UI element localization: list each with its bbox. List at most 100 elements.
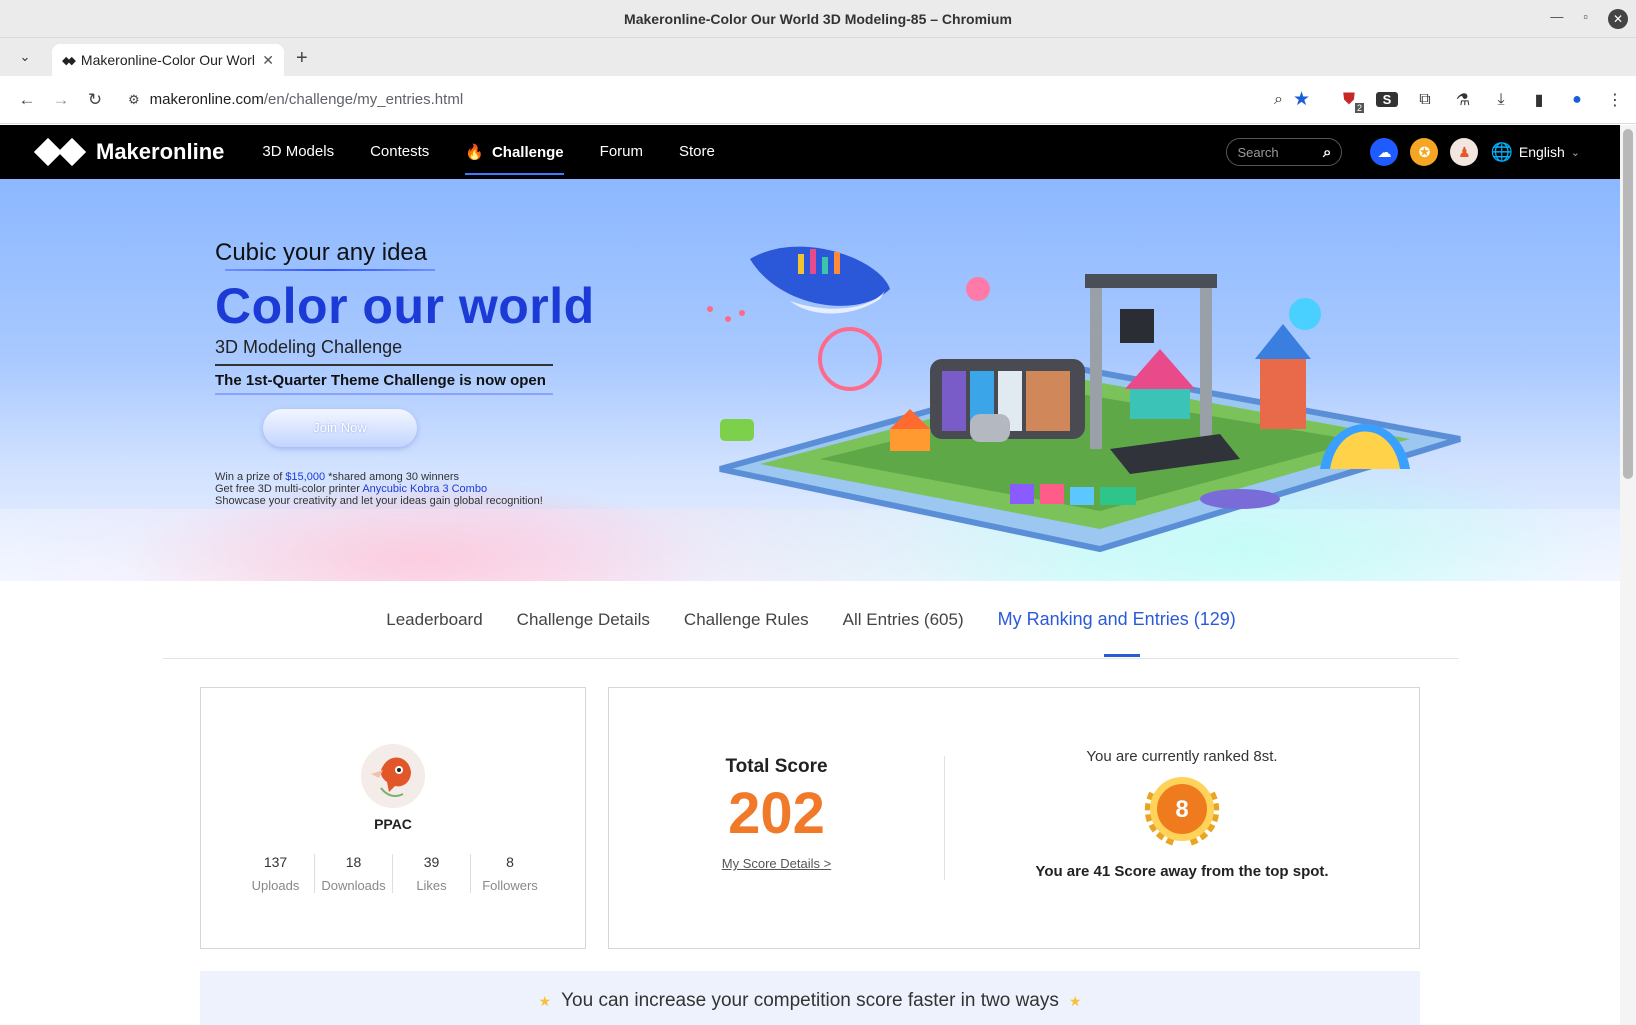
close-icon[interactable]: ✕ bbox=[1608, 9, 1628, 29]
stat-followers[interactable]: 8 Followers bbox=[471, 854, 549, 893]
stat-value: 137 bbox=[263, 854, 288, 870]
star-icon: ★ bbox=[1068, 992, 1082, 1009]
stat-label: Likes bbox=[416, 878, 447, 893]
star-icon: ★ bbox=[538, 992, 552, 1009]
profile-username: PPAC bbox=[374, 816, 412, 832]
tab-search-icon[interactable]: ⌄ bbox=[10, 42, 40, 72]
back-icon[interactable]: ← bbox=[10, 83, 44, 117]
url-host: makeronline.com bbox=[149, 91, 264, 108]
reload-icon[interactable]: ↻ bbox=[78, 83, 112, 117]
page-scrollbar[interactable] bbox=[1620, 125, 1636, 1025]
chevron-down-icon: ⌄ bbox=[1570, 146, 1580, 159]
stat-value: 8 bbox=[506, 854, 514, 870]
url-path: /en/challenge/my_entries.html bbox=[263, 91, 464, 108]
download-icon[interactable]: ⤓ bbox=[1490, 91, 1512, 109]
scrollbar-thumb[interactable] bbox=[1623, 129, 1633, 479]
tab-challenge-details[interactable]: Challenge Details bbox=[517, 610, 650, 630]
browser-tab-active[interactable]: ◆◆ Makeronline-Color Our World 3D Modeli… bbox=[52, 44, 284, 76]
banner-subtitle: 3D Modeling Challenge bbox=[215, 337, 403, 357]
rank-section: You are currently ranked 8st. 8 You are … bbox=[945, 748, 1419, 888]
window-controls: — ▫ ✕ bbox=[1550, 9, 1628, 29]
minimize-icon[interactable]: — bbox=[1550, 9, 1563, 29]
language-selector[interactable]: 🌐 English ⌄ bbox=[1490, 142, 1580, 163]
stat-value: 18 bbox=[345, 854, 362, 870]
bookmark-star-icon[interactable]: ★ bbox=[1293, 88, 1310, 111]
rank-medal-number: 8 bbox=[1175, 796, 1188, 823]
extensions-bar: ⛊ 2 S ⧉ ⚗ ⤓ ▮ ● ⋮ bbox=[1338, 90, 1626, 113]
bird-avatar-icon bbox=[361, 744, 425, 808]
total-score-label: Total Score bbox=[725, 756, 828, 777]
profile-avatar[interactable] bbox=[361, 744, 425, 808]
profile-stats: 137 Uploads 18 Downloads 39 Likes 8 Follower… bbox=[237, 854, 549, 893]
logo-mark-icon bbox=[33, 137, 87, 167]
tab-close-icon[interactable]: ✕ bbox=[262, 52, 274, 69]
score-card: Total Score 202 My Score Details > You a… bbox=[608, 687, 1420, 949]
total-score-section: Total Score 202 My Score Details > bbox=[609, 756, 945, 880]
printer-pre: Get free 3D multi-color printer bbox=[215, 483, 363, 495]
nav-3d-models[interactable]: 3D Models bbox=[262, 143, 334, 161]
tab-all-entries[interactable]: All Entries (605) bbox=[843, 610, 964, 630]
nav-challenge[interactable]: 🔥 Challenge bbox=[465, 143, 565, 175]
printer-name: Anycubic Kobra 3 Combo bbox=[362, 483, 488, 495]
nav-store[interactable]: Store bbox=[679, 143, 715, 161]
stat-uploads[interactable]: 137 Uploads bbox=[237, 854, 315, 893]
search-icon[interactable]: ⌕ bbox=[1323, 144, 1331, 161]
nav-forum[interactable]: Forum bbox=[600, 143, 643, 161]
omnibox[interactable]: ⚙ makeronline.com/en/challenge/my_entrie… bbox=[120, 81, 1318, 118]
banner-prize-info: Win a prize of $15,000 *shared among 30 … bbox=[215, 471, 595, 507]
window-titlebar: Makeronline-Color Our World 3D Modeling-… bbox=[0, 0, 1636, 38]
banner-illustration bbox=[707, 246, 1461, 553]
sidepanel-icon[interactable]: ▮ bbox=[1528, 90, 1550, 110]
shield-extension-icon[interactable]: ⛊ 2 bbox=[1338, 91, 1364, 113]
score-details-link[interactable]: My Score Details > bbox=[609, 856, 944, 871]
forward-icon[interactable]: → bbox=[44, 83, 78, 117]
prize-amount: $15,000 bbox=[285, 471, 326, 483]
join-now-button[interactable]: Join Now bbox=[263, 409, 417, 447]
points-coin-icon[interactable]: ✪ bbox=[1410, 138, 1439, 166]
total-score-value: 202 bbox=[728, 781, 825, 846]
stat-likes[interactable]: 39 Likes bbox=[393, 854, 471, 893]
banner-text: Cubic your any idea Color our world 3D M… bbox=[215, 239, 595, 507]
site-search-input[interactable]: Search ⌕ bbox=[1226, 138, 1343, 166]
profile-icon[interactable]: ● bbox=[1566, 91, 1588, 109]
nav-challenge-label: Challenge bbox=[491, 144, 564, 161]
stat-label: Uploads bbox=[251, 878, 300, 893]
language-label: English bbox=[1518, 144, 1565, 160]
s-extension-icon[interactable]: S bbox=[1376, 92, 1398, 107]
flask-icon[interactable]: ⚗ bbox=[1452, 90, 1474, 110]
page-content: Makeronline 3D Models Contests 🔥 Challeng… bbox=[0, 125, 1620, 1025]
site-header: Makeronline 3D Models Contests 🔥 Challeng… bbox=[0, 125, 1620, 179]
score-tip-text: You can increase your competition score … bbox=[561, 990, 1059, 1011]
stat-label: Followers bbox=[482, 878, 538, 893]
ranking-cards: PPAC 137 Uploads 18 Downloads 39 Likes 8 Fol… bbox=[200, 687, 1620, 949]
puzzle-extensions-icon[interactable]: ⧉ bbox=[1414, 91, 1436, 109]
upload-cloud-icon[interactable]: ☁ bbox=[1370, 138, 1399, 166]
challenge-tabs: Leaderboard Challenge Details Challenge … bbox=[163, 581, 1459, 659]
brand-name: Makeronline bbox=[96, 139, 225, 164]
tab-leaderboard[interactable]: Leaderboard bbox=[386, 610, 482, 630]
menu-kebab-icon[interactable]: ⋮ bbox=[1604, 90, 1626, 110]
header-icons: ☁ ✪ ♟ 🌐 English ⌄ bbox=[1370, 138, 1580, 166]
banner-headline: Color our world bbox=[215, 278, 595, 334]
window-title: Makeronline-Color Our World 3D Modeling-… bbox=[624, 10, 1012, 27]
away-from-top-text: You are 41 Score away from the top spot. bbox=[1035, 863, 1329, 880]
stat-value: 39 bbox=[423, 854, 440, 870]
tab-my-ranking[interactable]: My Ranking and Entries (129) bbox=[998, 609, 1236, 657]
tab-strip: ⌄ ◆◆ Makeronline-Color Our World 3D Mode… bbox=[0, 38, 1636, 76]
url-text[interactable]: makeronline.com/en/challenge/my_entries.… bbox=[150, 91, 1264, 108]
score-tip-banner: ★ You can increase your competition scor… bbox=[200, 971, 1420, 1025]
search-placeholder: Search bbox=[1237, 144, 1279, 160]
banner-theme-line: The 1st-Quarter Theme Challenge is now o… bbox=[215, 364, 553, 395]
stat-label: Downloads bbox=[321, 878, 386, 893]
site-logo[interactable]: Makeronline bbox=[33, 137, 225, 167]
nav-contests[interactable]: Contests bbox=[370, 143, 429, 161]
new-tab-icon[interactable]: + bbox=[296, 47, 308, 70]
maximize-icon[interactable]: ▫ bbox=[1583, 9, 1588, 29]
user-avatar[interactable]: ♟ bbox=[1450, 138, 1479, 166]
site-info-icon[interactable]: ⚙ bbox=[128, 92, 140, 108]
tab-challenge-rules[interactable]: Challenge Rules bbox=[684, 610, 809, 630]
fire-icon: 🔥 bbox=[465, 144, 484, 161]
prize-post: *shared among 30 winners bbox=[325, 471, 459, 483]
stat-downloads[interactable]: 18 Downloads bbox=[315, 854, 393, 893]
zoom-icon[interactable]: ⌕ bbox=[1274, 91, 1283, 109]
